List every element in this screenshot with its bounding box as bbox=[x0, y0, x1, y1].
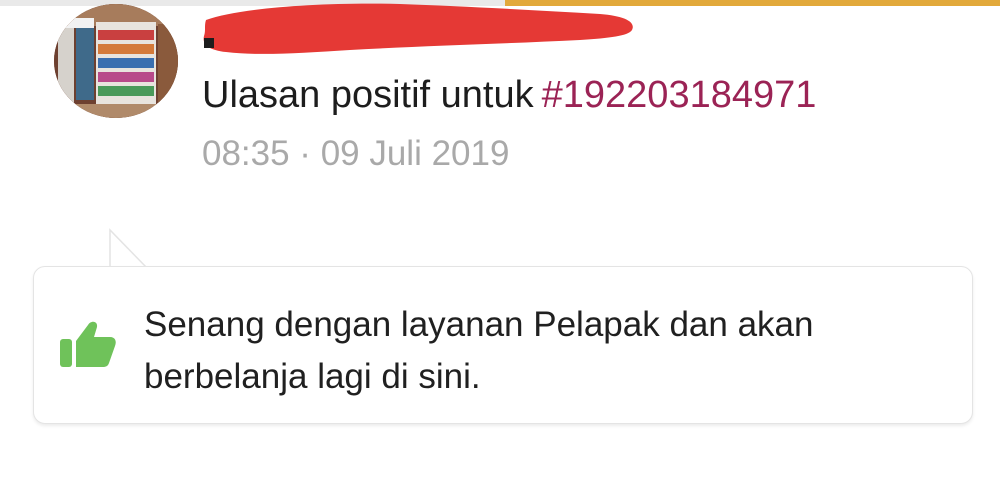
thumbs-up-icon bbox=[60, 321, 116, 367]
order-id-link[interactable]: #192203184971 bbox=[542, 74, 817, 116]
redacted-username bbox=[203, 3, 633, 54]
review-title-prefix: Ulasan positif untuk bbox=[202, 74, 534, 116]
seller-avatar[interactable] bbox=[54, 4, 178, 118]
review-timestamp: 08:35 · 09 Juli 2019 bbox=[202, 134, 510, 173]
review-message: Senang dengan layanan Pelapak dan akan b… bbox=[144, 305, 814, 396]
review-title: Ulasan positif untuk #192203184971 bbox=[202, 72, 816, 118]
review-message-card: Senang dengan layanan Pelapak dan akan b… bbox=[33, 266, 973, 424]
store-photo bbox=[54, 4, 178, 118]
